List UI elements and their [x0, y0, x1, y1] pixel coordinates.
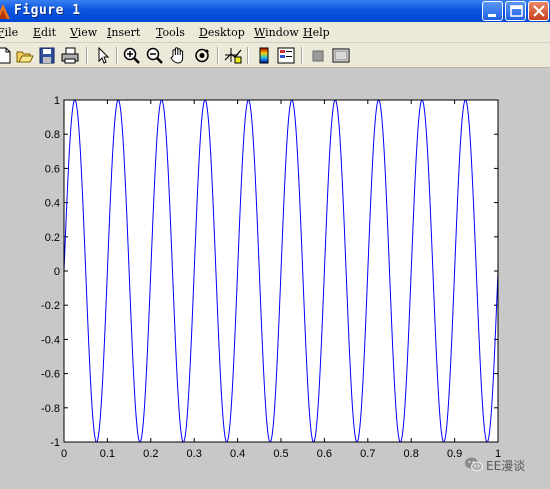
menu-file[interactable]: File — [0, 26, 18, 39]
minimize-button[interactable] — [482, 1, 503, 21]
maximize-icon — [510, 5, 523, 17]
axes[interactable]: 0 0.1 0.2 0.3 0.4 0.5 0.6 0.7 0.8 0.9 110.80.60.40… — [0, 68, 550, 489]
edit-plot-arrow-icon — [98, 46, 110, 64]
insert-legend-icon — [277, 47, 295, 64]
x-tick-label: 0.2 — [143, 448, 158, 460]
window-title: Figure 1 — [14, 3, 81, 18]
menu-tools[interactable]: Tools — [156, 26, 185, 39]
close-icon — [533, 5, 545, 17]
watermark-text: EE漫谈 — [486, 459, 526, 473]
zoom-in-icon — [123, 47, 140, 64]
insert-colorbar-button[interactable] — [254, 46, 274, 65]
y-tick-label: 0.4 — [45, 198, 60, 210]
insert-colorbar-icon — [259, 47, 269, 64]
y-tick-label: -0.2 — [41, 300, 60, 312]
y-tick-label: -0.4 — [41, 334, 60, 346]
x-tick-label: 0.6 — [317, 448, 332, 460]
pan-hand-icon — [170, 47, 184, 64]
hide-plot-tools-button[interactable] — [308, 46, 328, 65]
print-button[interactable] — [60, 46, 80, 65]
x-tick-label: 0.8 — [404, 448, 419, 460]
figure-toolbar — [0, 43, 550, 68]
show-plot-tools-button[interactable] — [331, 46, 351, 65]
new-figure-icon — [0, 47, 11, 64]
y-tick-label: 0 — [54, 266, 60, 278]
print-icon — [61, 47, 79, 64]
rotate-3d-button[interactable] — [192, 46, 212, 65]
open-file-button[interactable] — [15, 46, 35, 65]
toolbar-separator — [247, 47, 249, 64]
matlab-icon — [0, 4, 10, 19]
y-tick-label: 0.6 — [45, 163, 60, 175]
y-tick-label: -1 — [50, 437, 60, 449]
y-tick-label: -0.8 — [41, 403, 60, 415]
new-figure-button[interactable] — [0, 46, 14, 65]
x-tick-label: 0.1 — [100, 448, 115, 460]
menu-bar: File Edit View Insert Tools Desktop Wind… — [0, 22, 550, 43]
rotate-3d-icon — [195, 48, 209, 63]
save-icon — [39, 47, 55, 64]
x-tick-label: 0.3 — [187, 448, 202, 460]
figure-canvas[interactable]: 0 0.1 0.2 0.3 0.4 0.5 0.6 0.7 0.8 0.9 1 1 0.8 0.6 0.4 0… — [0, 68, 550, 489]
zoom-in-button[interactable] — [122, 46, 142, 65]
toolbar-separator — [116, 47, 118, 64]
x-tick-label: 0.9 — [447, 448, 462, 460]
hide-plot-tools-icon — [312, 50, 324, 62]
maximize-button[interactable] — [505, 1, 526, 21]
pan-button[interactable] — [168, 46, 188, 65]
x-tick-label: 0.5 — [273, 448, 288, 460]
data-cursor-button[interactable] — [223, 46, 243, 65]
y-tick-label: 0.2 — [45, 232, 60, 244]
menu-view[interactable]: View — [70, 26, 97, 39]
menu-desktop[interactable]: Desktop — [199, 26, 245, 39]
title-bar: Figure 1 — [0, 0, 550, 22]
menu-help[interactable]: Help — [303, 26, 330, 39]
insert-legend-button[interactable] — [276, 46, 296, 65]
close-button[interactable] — [528, 1, 549, 21]
y-tick-label: 0.8 — [45, 129, 60, 141]
x-tick-label: 0.7 — [360, 448, 375, 460]
x-tick-label: 0 — [61, 448, 67, 460]
menu-window[interactable]: Window — [254, 26, 299, 39]
toolbar-separator — [86, 47, 88, 64]
x-tick-label: 0.4 — [230, 448, 245, 460]
edit-plot-button[interactable] — [93, 46, 113, 65]
open-file-icon — [16, 51, 34, 63]
menu-insert[interactable]: Insert — [107, 26, 140, 39]
y-tick-label: -0.6 — [41, 369, 60, 381]
toolbar-separator — [301, 47, 303, 64]
wechat-icon — [465, 457, 483, 472]
y-tick-label: 1 — [54, 95, 60, 107]
menu-edit[interactable]: Edit — [33, 26, 56, 39]
zoom-out-icon — [146, 47, 163, 64]
show-plot-tools-icon — [332, 48, 350, 63]
zoom-out-button[interactable] — [145, 46, 165, 65]
save-button[interactable] — [37, 46, 57, 65]
data-cursor-icon — [224, 48, 242, 64]
toolbar-separator — [217, 47, 219, 64]
minimize-icon — [488, 14, 496, 17]
